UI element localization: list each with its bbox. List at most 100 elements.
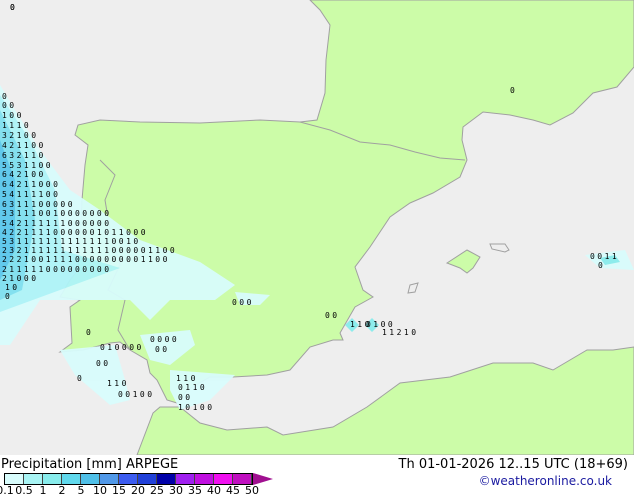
precipitation-value: 1 — [24, 255, 29, 264]
precipitation-value: 0 — [104, 255, 109, 264]
precipitation-value: 1 — [104, 246, 109, 255]
precipitation-value: 0 — [75, 255, 80, 264]
precipitation-value: 0 — [112, 237, 117, 246]
precipitation-value: 2 — [9, 141, 14, 150]
precipitation-value: 0 — [68, 265, 73, 274]
precipitation-value: 0 — [140, 390, 145, 399]
precipitation-value: 2 — [17, 246, 22, 255]
precipitation-value: 1 — [75, 237, 80, 246]
precipitation-value: 1 — [24, 219, 29, 228]
precipitation-value: 1 — [185, 383, 190, 392]
precipitation-value: 0 — [12, 283, 17, 292]
precipitation-value: 0 — [137, 343, 142, 352]
precipitation-value: 3 — [9, 246, 14, 255]
precipitation-value: 0 — [82, 219, 87, 228]
precipitation-value: 1 — [90, 246, 95, 255]
precipitation-value: 0 — [125, 390, 130, 399]
precipitation-value: 0 — [200, 403, 205, 412]
precipitation-value: 1 — [31, 237, 36, 246]
color-scale-box — [100, 474, 119, 484]
precipitation-value: 6 — [2, 180, 7, 189]
precipitation-value: 0 — [207, 403, 212, 412]
precipitation-value: 0 — [75, 265, 80, 274]
precipitation-value: 2 — [9, 228, 14, 237]
precipitation-value: 1 — [46, 237, 51, 246]
precipitation-value: 0 — [163, 246, 168, 255]
precipitation-value: 0 — [97, 255, 102, 264]
precipitation-value: 1 — [31, 151, 36, 160]
precipitation-value: 1 — [9, 265, 14, 274]
precipitation-value: 0 — [9, 101, 14, 110]
precipitation-value: 1 — [31, 219, 36, 228]
precipitation-value: 0 — [172, 335, 177, 344]
precipitation-value: 4 — [2, 141, 7, 150]
precipitation-value: 1 — [24, 141, 29, 150]
precipitation-value: 0 — [68, 219, 73, 228]
precipitation-value: 0 — [96, 359, 101, 368]
precipitation-value: 1 — [31, 265, 36, 274]
precipitation-value: 1 — [24, 209, 29, 218]
precipitation-value: 1 — [46, 228, 51, 237]
precipitation-value: 1 — [60, 255, 65, 264]
precipitation-value: 0 — [141, 228, 146, 237]
precipitation-value: 2 — [17, 219, 22, 228]
precipitation-value: 1 — [75, 246, 80, 255]
precipitation-value: 0 — [150, 335, 155, 344]
precipitation-value: 0 — [82, 228, 87, 237]
precipitation-value: 0 — [103, 359, 108, 368]
precipitation-value: 2 — [2, 255, 7, 264]
precipitation-value: 0 — [178, 393, 183, 402]
precipitation-value: 1 — [53, 246, 58, 255]
precipitation-value: 2 — [17, 151, 22, 160]
precipitation-value: 1 — [24, 170, 29, 179]
legend-title: Precipitation [mm] ARPEGE — [1, 457, 178, 472]
precipitation-value: 1 — [104, 237, 109, 246]
precipitation-value: 1 — [183, 374, 188, 383]
precipitation-value: 0 — [141, 246, 146, 255]
precipitation-value: 1 — [24, 151, 29, 160]
precipitation-value: 0 — [60, 209, 65, 218]
precipitation-value: 0 — [112, 246, 117, 255]
precipitation-value: 0 — [200, 383, 205, 392]
precipitation-value: 0 — [5, 292, 10, 301]
precipitation-value: 0 — [68, 228, 73, 237]
precipitation-value: 0 — [163, 255, 168, 264]
precipitation-map: 00 01 0 01 1 1 03 2 1 0 04 2 1 1 0 06 3 2 1 1 05 5 3 1 1 0 06 4 2 1 0 0… — [0, 0, 634, 455]
precipitation-value: 0 — [53, 180, 58, 189]
precipitation-value: 1 — [24, 161, 29, 170]
precipitation-value: 0 — [24, 121, 29, 130]
precipitation-value: 1 — [24, 180, 29, 189]
precipitation-value: 0 — [129, 343, 134, 352]
precipitation-value: 0 — [119, 246, 124, 255]
color-scale-box — [62, 474, 81, 484]
precipitation-value: 1 — [193, 403, 198, 412]
color-scale-tick: 20 — [131, 484, 145, 497]
precipitation-value: 1 — [46, 219, 51, 228]
precipitation-value: 1 — [46, 246, 51, 255]
precipitation-value: 0 — [46, 161, 51, 170]
precipitation-value: 0 — [39, 180, 44, 189]
precipitation-value: 1 — [60, 219, 65, 228]
precipitation-value: 1 — [60, 246, 65, 255]
color-scale-box — [138, 474, 157, 484]
precipitation-value: 0 — [191, 374, 196, 383]
precipitation-value: 1 — [82, 246, 87, 255]
copyright-link[interactable]: ©weatheronline.co.uk — [479, 474, 612, 488]
precipitation-value: 3 — [9, 200, 14, 209]
color-scale-tick: 35 — [188, 484, 202, 497]
precipitation-value: 0 — [68, 200, 73, 209]
precipitation-value: 0 — [31, 255, 36, 264]
precipitation-value: 0 — [126, 246, 131, 255]
precipitation-value: 2 — [17, 228, 22, 237]
color-scale-box — [195, 474, 214, 484]
precipitation-value: 0 — [77, 374, 82, 383]
precipitation-value: 0 — [24, 131, 29, 140]
precipitation-value: 1 — [39, 265, 44, 274]
precipitation-value: 1 — [39, 190, 44, 199]
precipitation-value: 3 — [2, 131, 7, 140]
precipitation-value: 0 — [178, 383, 183, 392]
precipitation-value: 0 — [90, 228, 95, 237]
precipitation-value: 1 — [350, 320, 355, 329]
precipitation-value: 5 — [2, 237, 7, 246]
precipitation-value: 4 — [9, 170, 14, 179]
